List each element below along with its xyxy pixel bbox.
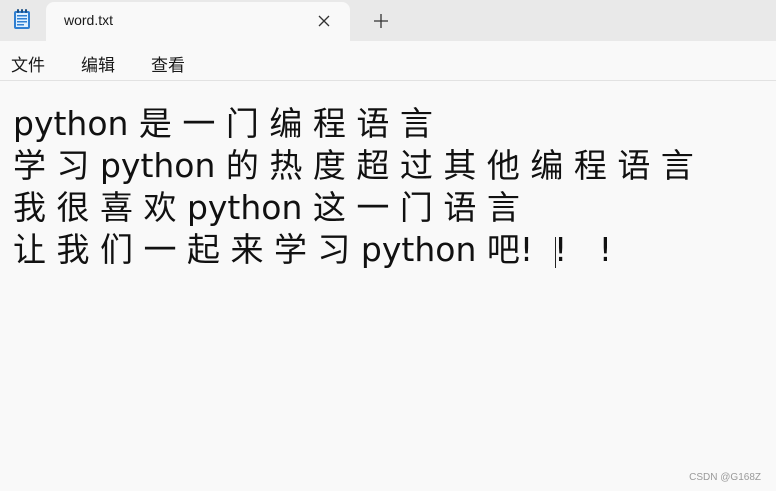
text-line: 我 很 喜 欢 python 这 一 门 语 言 <box>13 188 520 227</box>
text-line: 学 习 python 的 热 度 超 过 其 他 编 程 语 言 <box>13 146 694 185</box>
text-caret <box>555 237 556 268</box>
tab-strip: word.txt <box>0 0 776 41</box>
notepad-icon <box>13 8 31 30</box>
tab-title: word.txt <box>64 12 114 28</box>
text-editor[interactable]: python 是 一 门 编 程 语 言 学 习 python 的 热 度 超 … <box>0 81 776 491</box>
tab-word-txt[interactable]: word.txt <box>46 2 350 41</box>
menu-view[interactable]: 查看 <box>151 51 185 76</box>
close-icon[interactable] <box>312 9 336 33</box>
plus-icon[interactable] <box>369 9 393 33</box>
text-line: 让 我 们 一 起 来 学 习 python 吧! ! ! <box>13 230 612 269</box>
notepad-window: word.txt 文件 编辑 查看 python 是 一 门 编 程 语 言 学… <box>0 0 776 491</box>
menu-file[interactable]: 文件 <box>11 51 45 76</box>
menu-bar: 文件 编辑 查看 <box>0 41 776 81</box>
menu-edit[interactable]: 编辑 <box>81 51 115 76</box>
watermark: CSDN @G168Z <box>689 472 761 483</box>
text-line: python 是 一 门 编 程 语 言 <box>13 104 433 143</box>
